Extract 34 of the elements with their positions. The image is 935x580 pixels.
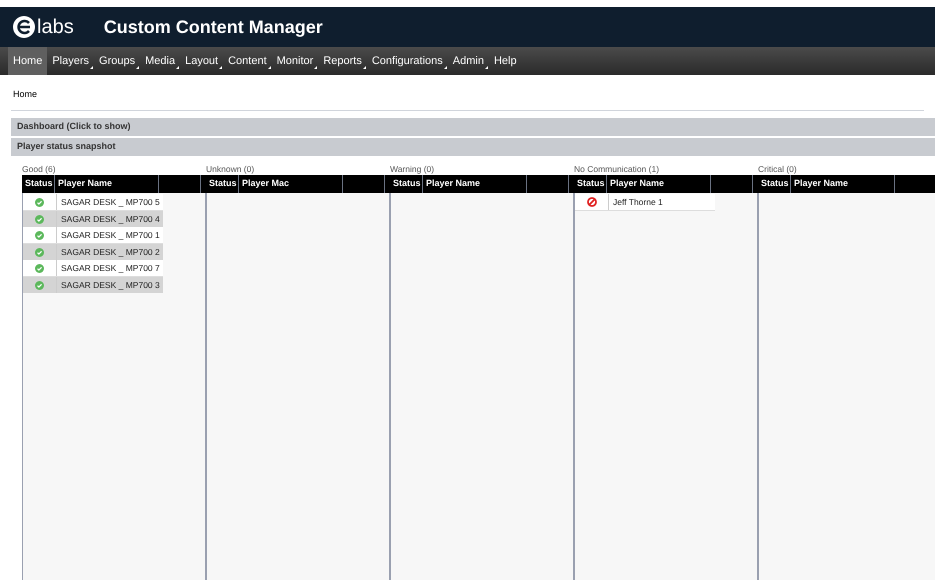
nav-item[interactable]: Admin — [448, 47, 489, 75]
nav-item[interactable]: Monitor — [272, 47, 318, 75]
check-icon — [35, 198, 44, 206]
player-name-cell: Jeff Thorne 1 — [608, 194, 713, 210]
nav-item[interactable]: Layout — [180, 47, 224, 75]
breadcrumb[interactable]: Home — [13, 89, 38, 99]
group-title: Warning (0) — [390, 164, 434, 175]
logo-text: labs — [37, 17, 74, 37]
player-name-cell: SAGAR DESK _ MP700 3 — [56, 277, 161, 293]
player-name-cell: SAGAR DESK _ MP700 7 — [56, 260, 161, 276]
nav-item[interactable]: Help — [488, 47, 522, 75]
nav-item[interactable]: Groups — [94, 47, 140, 75]
group-title: No Communication (1) — [574, 164, 660, 175]
prohibited-icon — [586, 197, 596, 207]
logo-icon — [12, 15, 36, 39]
group-title: Unknown (0) — [206, 164, 254, 175]
section-bar[interactable]: Dashboard (Click to show) — [11, 118, 935, 136]
app-title: Custom Content Manager — [104, 16, 323, 39]
nav-item[interactable]: Content — [223, 47, 272, 75]
group-title: Critical (0) — [758, 164, 797, 175]
nav-item[interactable]: Media — [140, 47, 180, 75]
nav-item[interactable]: Players — [47, 47, 94, 75]
nav-item[interactable]: Home — [8, 47, 48, 75]
check-icon — [35, 248, 44, 256]
check-icon — [35, 214, 44, 224]
nav-item[interactable]: Configurations — [366, 47, 448, 75]
check-icon — [35, 280, 44, 290]
section-bar[interactable]: Player status snapshot — [11, 138, 935, 156]
check-icon — [35, 230, 44, 240]
player-name-cell: SAGAR DESK _ MP700 1 — [56, 227, 161, 243]
player-name-cell: SAGAR DESK _ MP700 5 — [56, 194, 161, 210]
nav-item[interactable]: Reports — [318, 47, 367, 75]
check-icon — [35, 264, 44, 272]
group-title: Good (6) — [22, 164, 56, 175]
